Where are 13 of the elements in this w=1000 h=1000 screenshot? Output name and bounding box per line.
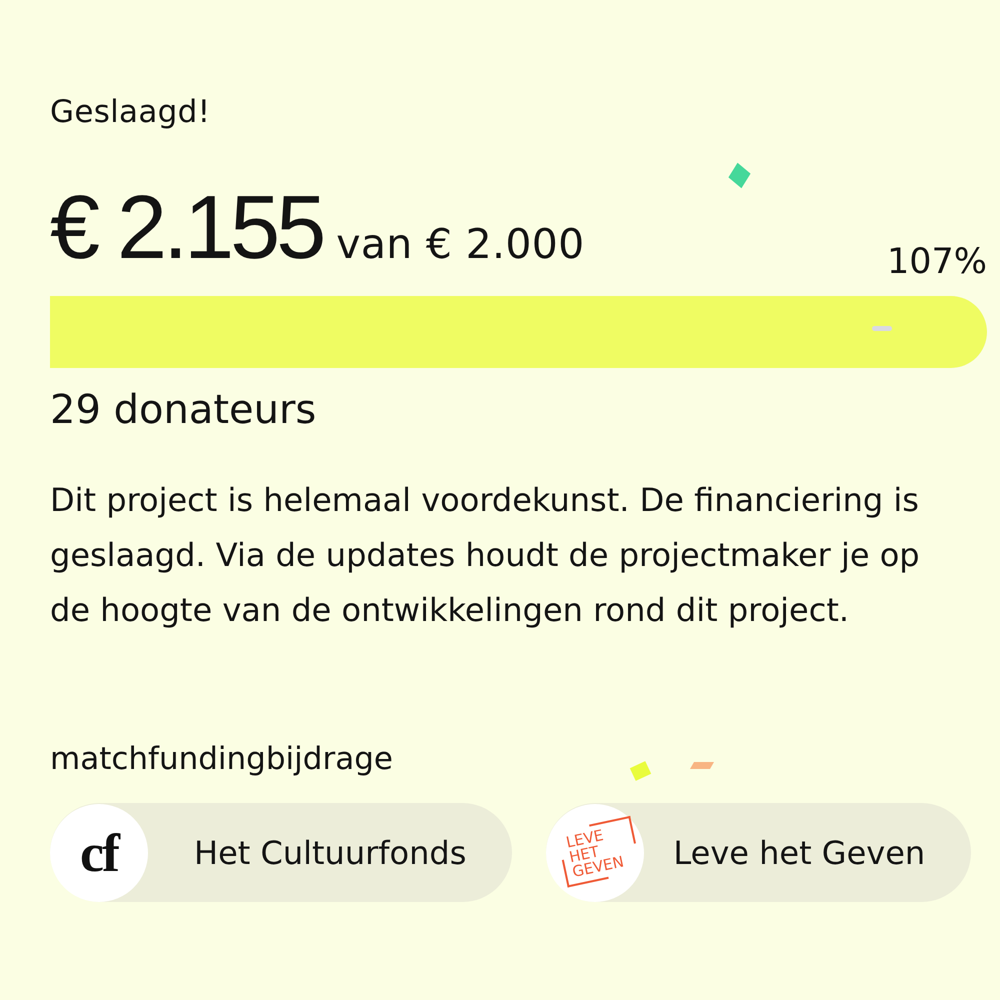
confetti-icon xyxy=(872,326,892,331)
funder-logo: cf xyxy=(50,804,148,902)
matchfunding-title: matchfundingbijdrage xyxy=(50,740,393,779)
confetti-icon xyxy=(690,762,714,769)
funder-name: Leve het Geven xyxy=(673,832,926,872)
percent-funded: 107% xyxy=(886,242,987,282)
funder-logo: LEVE HET GEVEN xyxy=(546,804,644,902)
funder-name: Het Cultuurfonds xyxy=(194,832,466,872)
donor-count: 29 donateurs xyxy=(50,386,316,435)
goal-amount: van € 2.000 xyxy=(336,220,584,268)
status-text: Geslaagd! xyxy=(50,94,210,130)
raised-amount: € 2.155 xyxy=(50,180,322,276)
description-text: Dit project is helemaal voordekunst. De financiering is geslaagd. Via de updates houdt de projectmaker je op de hoogte van de ontwikkelingen rond dit project. xyxy=(50,480,921,631)
